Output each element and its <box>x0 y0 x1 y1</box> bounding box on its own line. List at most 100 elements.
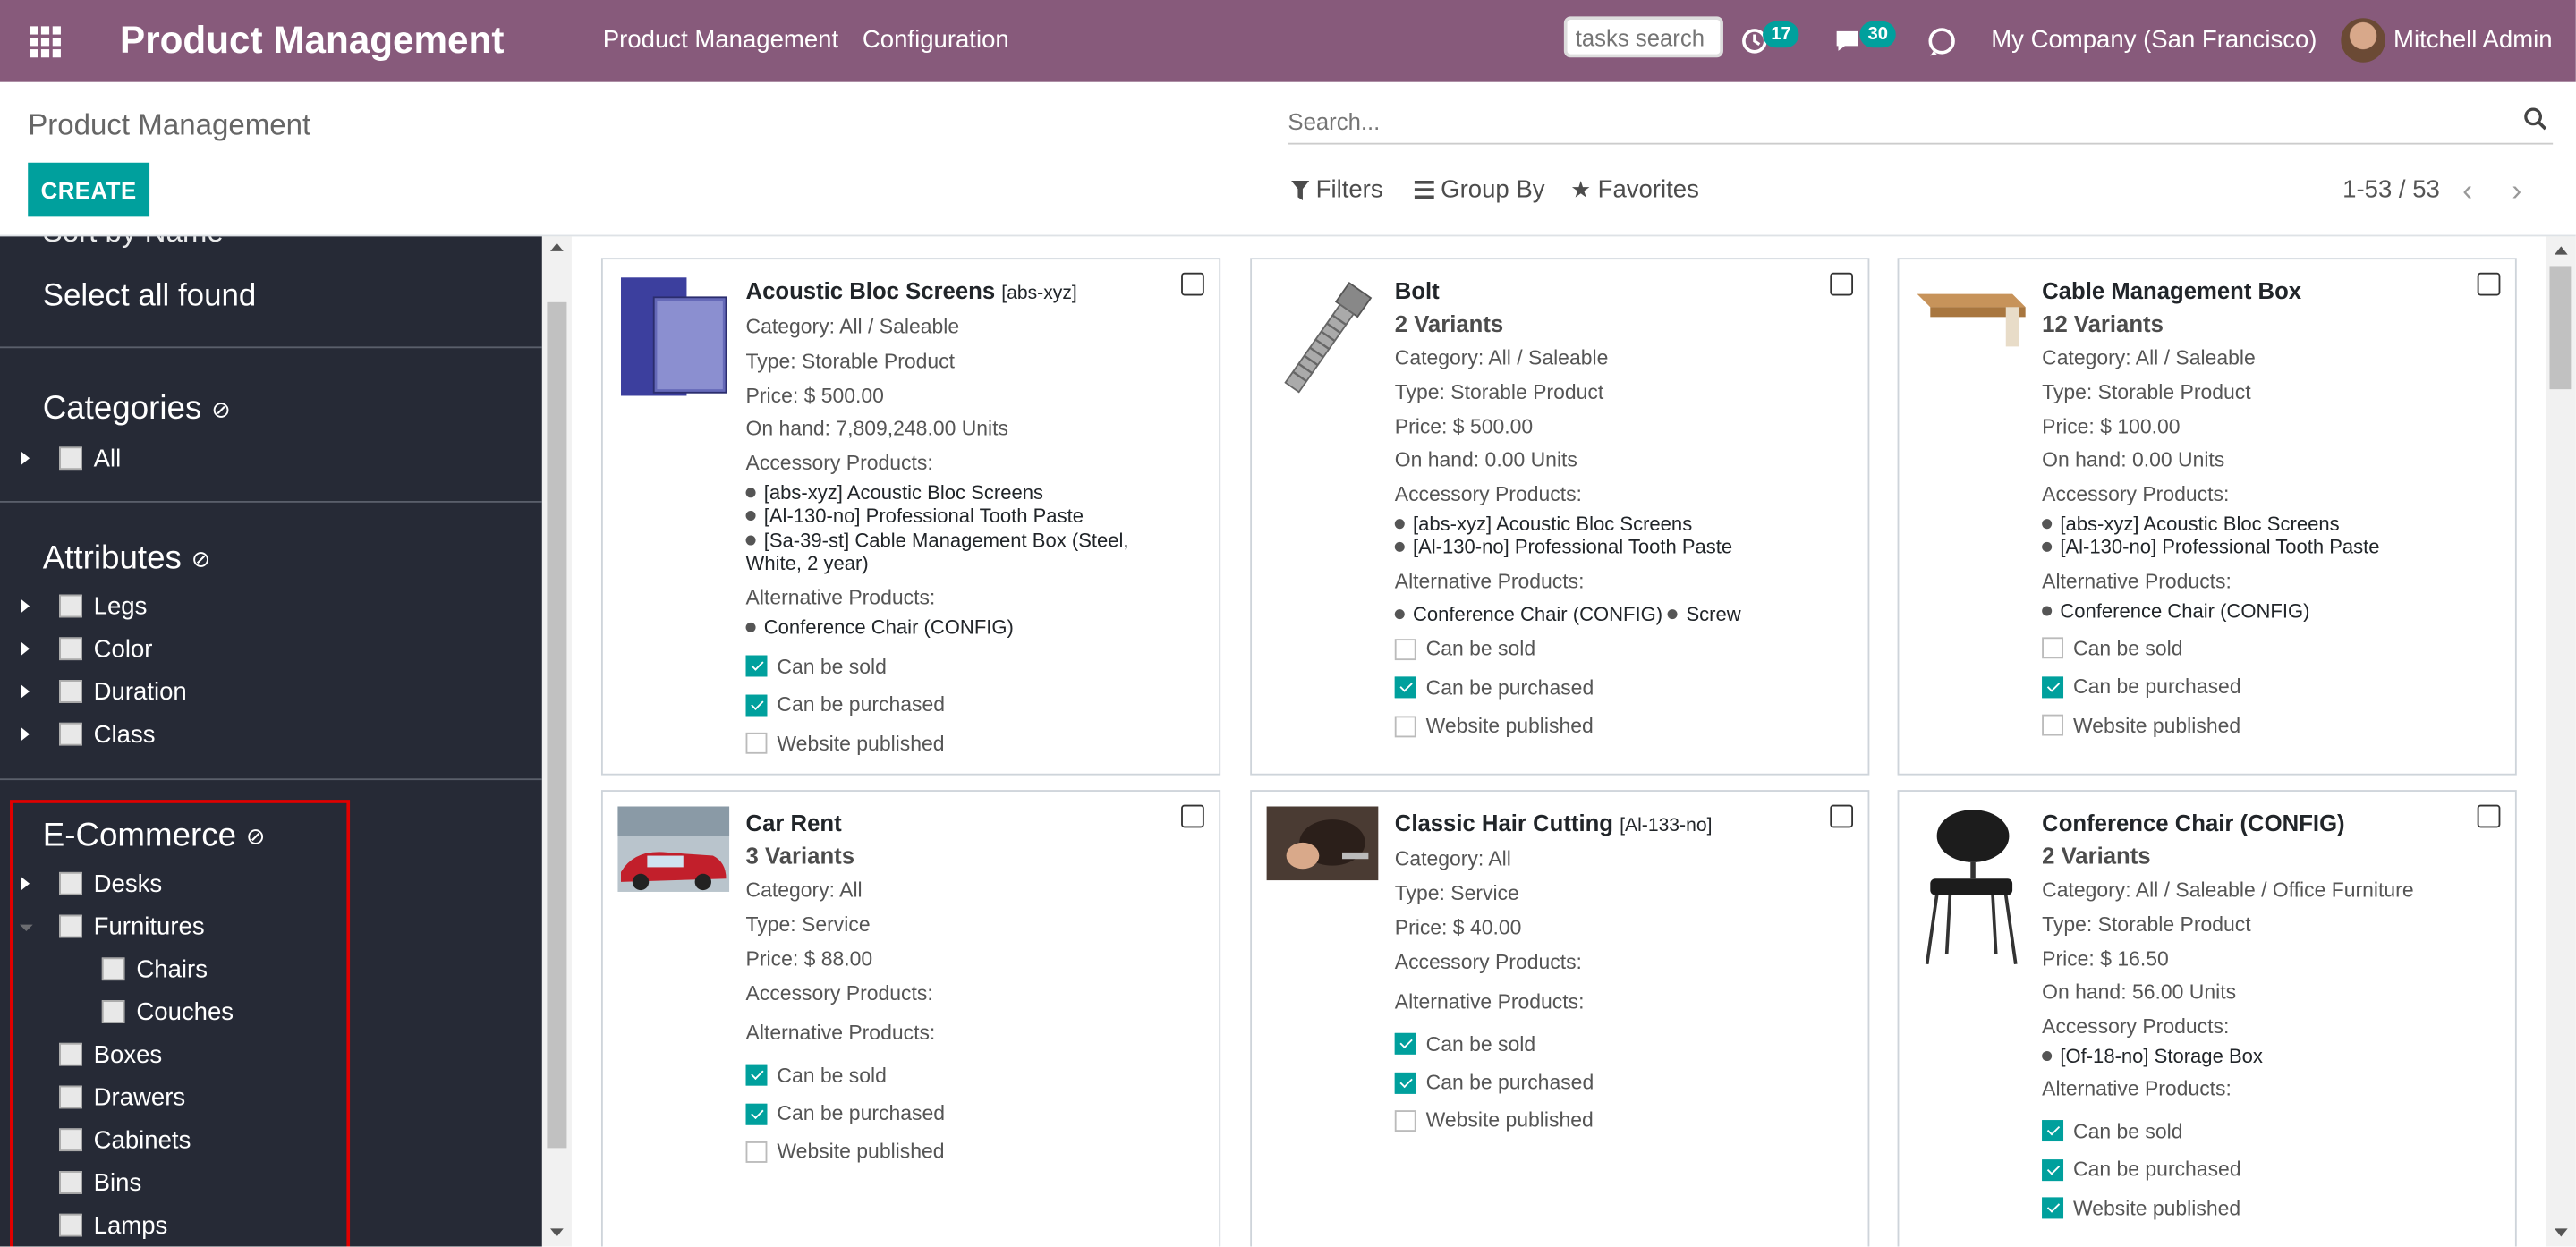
can-be-sold-checkbox[interactable] <box>745 656 768 678</box>
website-published-checkbox[interactable] <box>1394 716 1416 737</box>
alternative-products-label: Alternative Products: <box>1394 570 1585 593</box>
website-published-checkbox[interactable] <box>2042 715 2064 736</box>
can-be-purchased-checkbox[interactable] <box>1394 1072 1416 1093</box>
product-card[interactable]: Conference Chair (CONFIG) 2 Variants Cat… <box>1897 790 2517 1247</box>
website-published-field[interactable]: Website published <box>745 1132 1186 1171</box>
product-image-car-rent <box>617 806 730 892</box>
can-be-sold-field[interactable]: Can be sold <box>2042 1112 2482 1150</box>
can-be-purchased-checkbox[interactable] <box>2042 1158 2064 1181</box>
menu-configuration[interactable]: Configuration <box>863 26 1009 54</box>
website-published-checkbox[interactable] <box>1394 1110 1416 1132</box>
website-published-field[interactable]: Website published <box>2042 1189 2482 1227</box>
product-variants-count[interactable]: 2 Variants <box>2042 839 2482 874</box>
app-title[interactable]: Product Management <box>120 18 504 63</box>
can-be-purchased-field[interactable]: Can be purchased <box>2042 1150 2482 1189</box>
can-be-purchased-checkbox[interactable] <box>2042 676 2064 699</box>
can-be-sold-field[interactable]: Can be sold <box>745 1056 1186 1095</box>
pager-previous-icon[interactable]: ‹ <box>2462 174 2472 209</box>
attribute-item-class[interactable]: Class <box>59 716 156 751</box>
attribute-checkbox[interactable] <box>59 722 82 746</box>
tasks-search-input[interactable] <box>1563 16 1723 58</box>
sort-by-control[interactable]: Sort by Name <box>43 236 224 250</box>
favorites-button[interactable]: ★ Favorites <box>1570 175 1699 203</box>
website-published-field[interactable]: Website published <box>2042 707 2482 745</box>
can-be-sold-field[interactable]: Can be sold <box>2042 630 2482 668</box>
product-type: Type: Storable Product <box>2042 380 2251 404</box>
company-switcher[interactable]: My Company (San Francisco) <box>1991 26 2317 54</box>
clear-attributes-icon[interactable]: ⊘ <box>191 546 211 573</box>
attribute-checkbox[interactable] <box>59 594 82 618</box>
attribute-checkbox[interactable] <box>59 680 82 703</box>
expand-caret-icon[interactable] <box>21 727 30 742</box>
website-published-checkbox[interactable] <box>2042 1197 2064 1219</box>
voip-phone-icon[interactable] <box>1924 23 1960 59</box>
sidebar-scrollbar[interactable] <box>541 236 572 1247</box>
can-be-purchased-field[interactable]: Can be purchased <box>745 686 1186 725</box>
product-on-hand: On hand: 56.00 Units <box>2042 980 2237 1005</box>
can-be-sold-field[interactable]: Can be sold <box>745 648 1186 686</box>
select-all-found[interactable]: Select all found <box>43 279 257 315</box>
product-category: Category: All <box>1394 847 1511 871</box>
menu-product-management[interactable]: Product Management <box>603 26 838 54</box>
attribute-label: Duration <box>93 677 187 706</box>
can-be-purchased-checkbox[interactable] <box>745 694 768 717</box>
can-be-purchased-field[interactable]: Can be purchased <box>1394 1064 1835 1102</box>
expand-caret-icon[interactable] <box>21 684 30 699</box>
sidebar-scrollbar-thumb[interactable] <box>547 301 567 1149</box>
product-variants-count[interactable]: 2 Variants <box>1395 307 1835 342</box>
expand-caret-icon[interactable] <box>21 641 30 656</box>
can-be-sold-checkbox[interactable] <box>1394 1033 1416 1056</box>
search-input[interactable] <box>1288 105 2504 139</box>
can-be-sold-checkbox[interactable] <box>2042 638 2064 660</box>
group-by-button[interactable]: Group By <box>1414 175 1545 204</box>
pager-value[interactable]: 1-53 / 53 <box>2342 175 2440 203</box>
attribute-item-duration[interactable]: Duration <box>59 674 187 709</box>
can-be-sold-checkbox[interactable] <box>745 1065 768 1086</box>
main-scrollbar[interactable] <box>2546 236 2576 1247</box>
website-published-checkbox[interactable] <box>745 733 768 755</box>
product-variants-count[interactable]: 3 Variants <box>746 839 1186 874</box>
product-card[interactable]: Acoustic Bloc Screens [abs-xyz] Category… <box>600 258 1221 776</box>
product-price: Price: $ 500.00 <box>745 383 884 407</box>
website-published-checkbox[interactable] <box>745 1141 768 1163</box>
can-be-sold-checkbox[interactable] <box>1394 639 1416 661</box>
attribute-item-legs[interactable]: Legs <box>59 588 147 624</box>
can-be-sold-field[interactable]: Can be sold <box>1394 1025 1835 1064</box>
can-be-sold-checkbox[interactable] <box>2042 1121 2064 1142</box>
search-bar <box>1288 102 2554 145</box>
product-card[interactable]: Car Rent 3 Variants Category: All Type: … <box>600 790 1221 1247</box>
pager-next-icon[interactable]: › <box>2512 174 2521 209</box>
clear-categories-icon[interactable]: ⊘ <box>211 396 231 424</box>
product-card[interactable]: Bolt 2 Variants Category: All / Saleable… <box>1250 258 1870 776</box>
expand-caret-icon[interactable] <box>21 451 30 465</box>
website-published-field[interactable]: Website published <box>1394 1102 1835 1141</box>
user-menu[interactable]: Mitchell Admin <box>2393 26 2553 54</box>
attribute-label: Legs <box>93 591 148 621</box>
can-be-purchased-field[interactable]: Can be purchased <box>745 1094 1186 1132</box>
product-variants-count[interactable]: 12 Variants <box>2042 307 2482 342</box>
expand-caret-icon[interactable] <box>21 599 30 613</box>
apps-menu-icon[interactable] <box>30 26 61 58</box>
website-published-field[interactable]: Website published <box>1394 708 1835 746</box>
main-scrollbar-thumb[interactable] <box>2549 266 2572 390</box>
attribute-checkbox[interactable] <box>59 637 82 661</box>
category-item-all[interactable]: All <box>59 440 121 476</box>
website-published-field[interactable]: Website published <box>745 725 1186 763</box>
product-card[interactable]: Cable Management Box 12 Variants Categor… <box>1897 258 2517 776</box>
can-be-purchased-field[interactable]: Can be purchased <box>2042 668 2482 707</box>
attribute-item-color[interactable]: Color <box>59 631 152 666</box>
can-be-purchased-field[interactable]: Can be purchased <box>1394 669 1835 708</box>
can-be-purchased-checkbox[interactable] <box>745 1102 768 1124</box>
filters-button[interactable]: Filters <box>1291 175 1383 204</box>
search-icon[interactable] <box>2523 106 2548 131</box>
create-button[interactable]: CREATE <box>28 162 150 217</box>
group-by-icon <box>1414 180 1434 199</box>
category-checkbox[interactable] <box>59 446 82 471</box>
can-be-sold-field[interactable]: Can be sold <box>1394 631 1835 669</box>
user-avatar[interactable] <box>2341 18 2385 63</box>
can-be-sold-label: Can be sold <box>2073 1120 2183 1143</box>
product-card[interactable]: Classic Hair Cutting [Al-133-no] Categor… <box>1250 790 1870 1247</box>
can-be-purchased-checkbox[interactable] <box>1394 677 1416 699</box>
website-published-label: Website published <box>1425 1109 1594 1132</box>
product-price: Price: $ 16.50 <box>2042 946 2169 971</box>
